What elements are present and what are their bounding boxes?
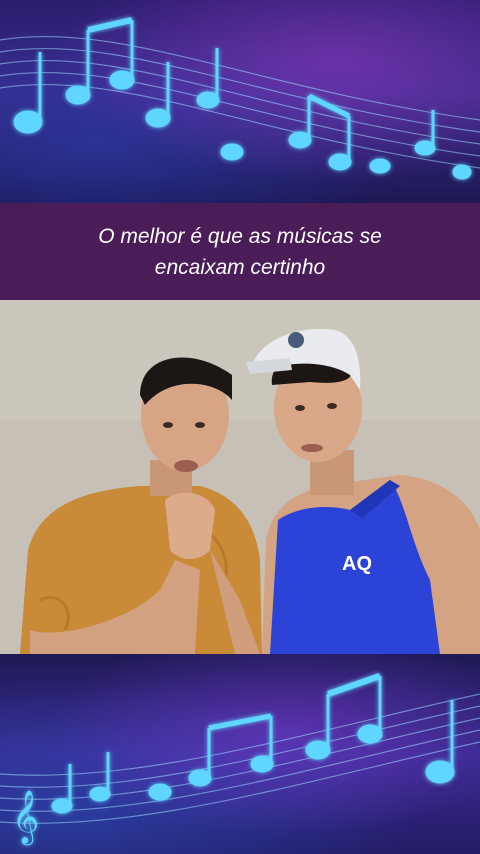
video-content-illustration: AQ [0,300,480,654]
top-music-banner [0,0,480,203]
music-staff-treble-clef-icon: 𝄞 [0,673,480,845]
music-staff-notes-icon [0,17,480,180]
caption-text: O melhor é que as músicas se encaixam ce… [98,224,382,279]
bottom-music-banner: 𝄞 [0,654,480,854]
caption-bar: O melhor é que as músicas se encaixam ce… [0,203,480,300]
shirt-logo: AQ [342,553,372,575]
video-frame[interactable]: AQ [0,300,480,654]
treble-clef-icon: 𝄞 [12,789,39,845]
